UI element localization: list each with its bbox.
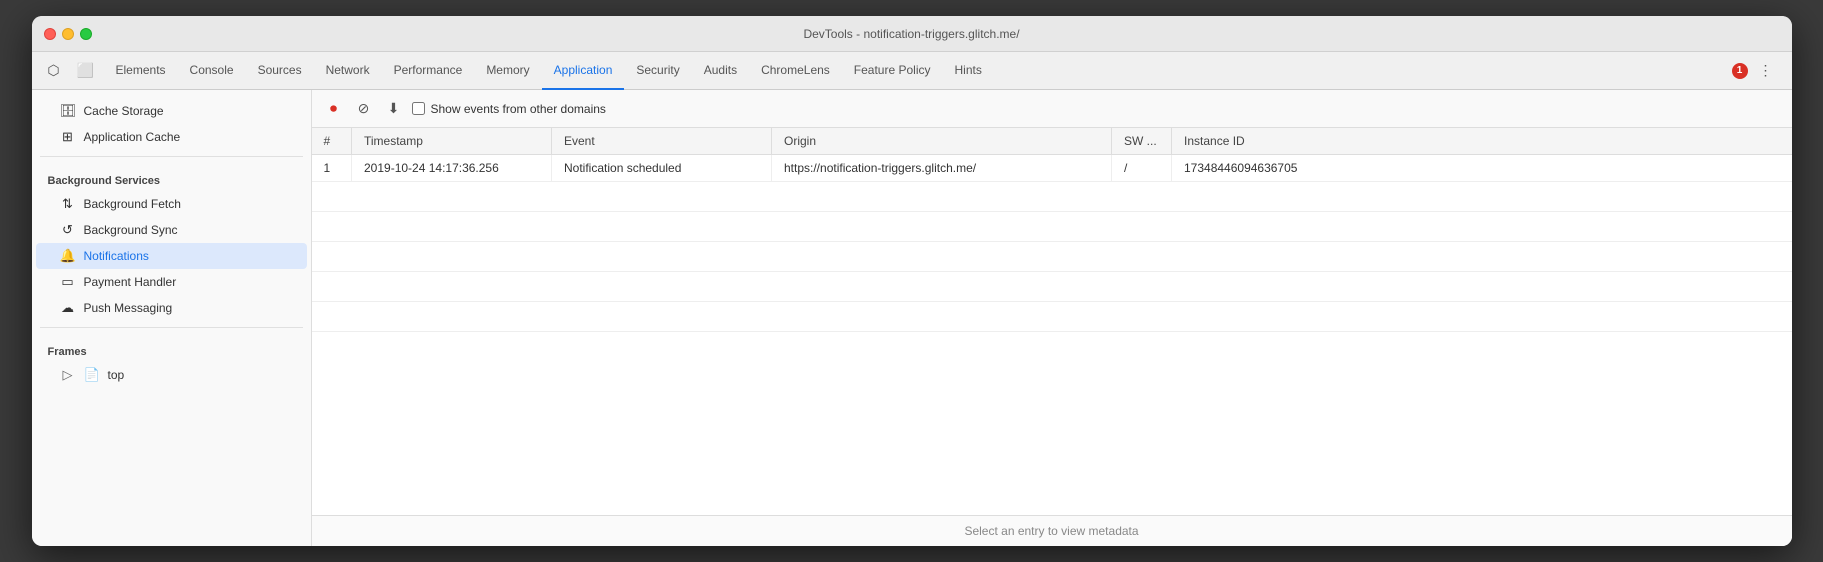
frame-icon: 📄 — [84, 367, 100, 383]
table-row-empty-3 — [312, 242, 1792, 272]
cell-timestamp: 2019-10-24 14:17:36.256 — [352, 155, 552, 182]
inspect-icon[interactable]: ⬡ — [40, 57, 68, 85]
tab-security[interactable]: Security — [624, 52, 691, 90]
devtools-window: DevTools - notification-triggers.glitch.… — [32, 16, 1792, 546]
tab-performance[interactable]: Performance — [382, 52, 475, 90]
window-title: DevTools - notification-triggers.glitch.… — [803, 27, 1019, 41]
sidebar-item-payment-handler[interactable]: ▭ Payment Handler — [36, 269, 307, 295]
record-button[interactable]: ⏺ — [322, 97, 346, 121]
cell-num: 1 — [312, 155, 352, 182]
notifications-toolbar: ⏺ ⊘ ⬇ Show events from other domains — [312, 90, 1792, 128]
table-row-empty-4 — [312, 272, 1792, 302]
footer-bar: Select an entry to view metadata — [312, 515, 1792, 546]
sidebar-item-notifications[interactable]: 🔔 Notifications — [36, 243, 307, 269]
main-area: 🗄 Cache Storage ⊞ Application Cache Back… — [32, 90, 1792, 546]
tab-sources[interactable]: Sources — [246, 52, 314, 90]
push-messaging-icon: ☁ — [60, 300, 76, 316]
col-header-event[interactable]: Event — [552, 128, 772, 155]
tab-feature-policy[interactable]: Feature Policy — [842, 52, 943, 90]
sidebar-item-push-messaging[interactable]: ☁ Push Messaging — [36, 295, 307, 321]
tab-audits[interactable]: Audits — [692, 52, 749, 90]
sidebar-item-app-cache[interactable]: ⊞ Application Cache — [36, 124, 307, 150]
sidebar-item-background-sync[interactable]: ↺ Background Sync — [36, 217, 307, 243]
col-header-sw[interactable]: SW ... — [1112, 128, 1172, 155]
save-button[interactable]: ⬇ — [382, 97, 406, 121]
app-cache-icon: ⊞ — [60, 129, 76, 145]
cell-event: Notification scheduled — [552, 155, 772, 182]
tab-right-area: 1 ⋮ — [1732, 57, 1784, 85]
close-button[interactable] — [44, 28, 56, 40]
tab-application[interactable]: Application — [542, 52, 625, 90]
tab-chromelens[interactable]: ChromeLens — [749, 52, 842, 90]
background-fetch-icon: ⇅ — [60, 196, 76, 212]
divider-2 — [40, 327, 303, 328]
col-header-timestamp[interactable]: Timestamp — [352, 128, 552, 155]
frame-arrow-icon: ▷ — [60, 367, 76, 383]
table-row[interactable]: 1 2019-10-24 14:17:36.256 Notification s… — [312, 155, 1792, 182]
table-row-empty-1 — [312, 182, 1792, 212]
devtools-tab-bar: ⬡ ⬜ Elements Console Sources Network Per… — [32, 52, 1792, 90]
table-row-empty-5 — [312, 302, 1792, 332]
cell-sw: / — [1112, 155, 1172, 182]
sidebar-item-background-fetch[interactable]: ⇅ Background Fetch — [36, 191, 307, 217]
traffic-lights — [44, 28, 92, 40]
notifications-table: # Timestamp Event Origin SW ... Instance… — [312, 128, 1792, 332]
tab-hints[interactable]: Hints — [943, 52, 994, 90]
minimize-button[interactable] — [62, 28, 74, 40]
cache-storage-icon: 🗄 — [60, 103, 76, 119]
notifications-table-container: # Timestamp Event Origin SW ... Instance… — [312, 128, 1792, 515]
tab-network[interactable]: Network — [314, 52, 382, 90]
background-sync-icon: ↺ — [60, 222, 76, 238]
more-options-icon[interactable]: ⋮ — [1752, 57, 1780, 85]
show-other-domains-label[interactable]: Show events from other domains — [412, 102, 606, 116]
cell-origin: https://notification-triggers.glitch.me/ — [772, 155, 1112, 182]
col-header-num[interactable]: # — [312, 128, 352, 155]
tab-console[interactable]: Console — [178, 52, 246, 90]
maximize-button[interactable] — [80, 28, 92, 40]
col-header-instance[interactable]: Instance ID — [1172, 128, 1792, 155]
sidebar-item-top-frame[interactable]: ▷ 📄 top — [36, 362, 307, 388]
col-header-origin[interactable]: Origin — [772, 128, 1112, 155]
tab-memory[interactable]: Memory — [474, 52, 541, 90]
divider-1 — [40, 156, 303, 157]
tab-elements[interactable]: Elements — [104, 52, 178, 90]
sidebar-item-cache-storage[interactable]: 🗄 Cache Storage — [36, 98, 307, 124]
table-body: 1 2019-10-24 14:17:36.256 Notification s… — [312, 155, 1792, 332]
device-icon[interactable]: ⬜ — [72, 57, 100, 85]
clear-button[interactable]: ⊘ — [352, 97, 376, 121]
table-header: # Timestamp Event Origin SW ... Instance… — [312, 128, 1792, 155]
content-area: ⏺ ⊘ ⬇ Show events from other domains # T… — [312, 90, 1792, 546]
error-badge[interactable]: 1 — [1732, 63, 1748, 79]
cell-instance-id: 17348446094636705 — [1172, 155, 1792, 182]
title-bar: DevTools - notification-triggers.glitch.… — [32, 16, 1792, 52]
background-services-label: Background Services — [32, 163, 311, 191]
frames-label: Frames — [32, 334, 311, 362]
table-row-empty-2 — [312, 212, 1792, 242]
payment-handler-icon: ▭ — [60, 274, 76, 290]
sidebar: 🗄 Cache Storage ⊞ Application Cache Back… — [32, 90, 312, 546]
show-other-domains-checkbox[interactable] — [412, 102, 425, 115]
notifications-icon: 🔔 — [60, 248, 76, 264]
footer-text: Select an entry to view metadata — [964, 524, 1138, 538]
